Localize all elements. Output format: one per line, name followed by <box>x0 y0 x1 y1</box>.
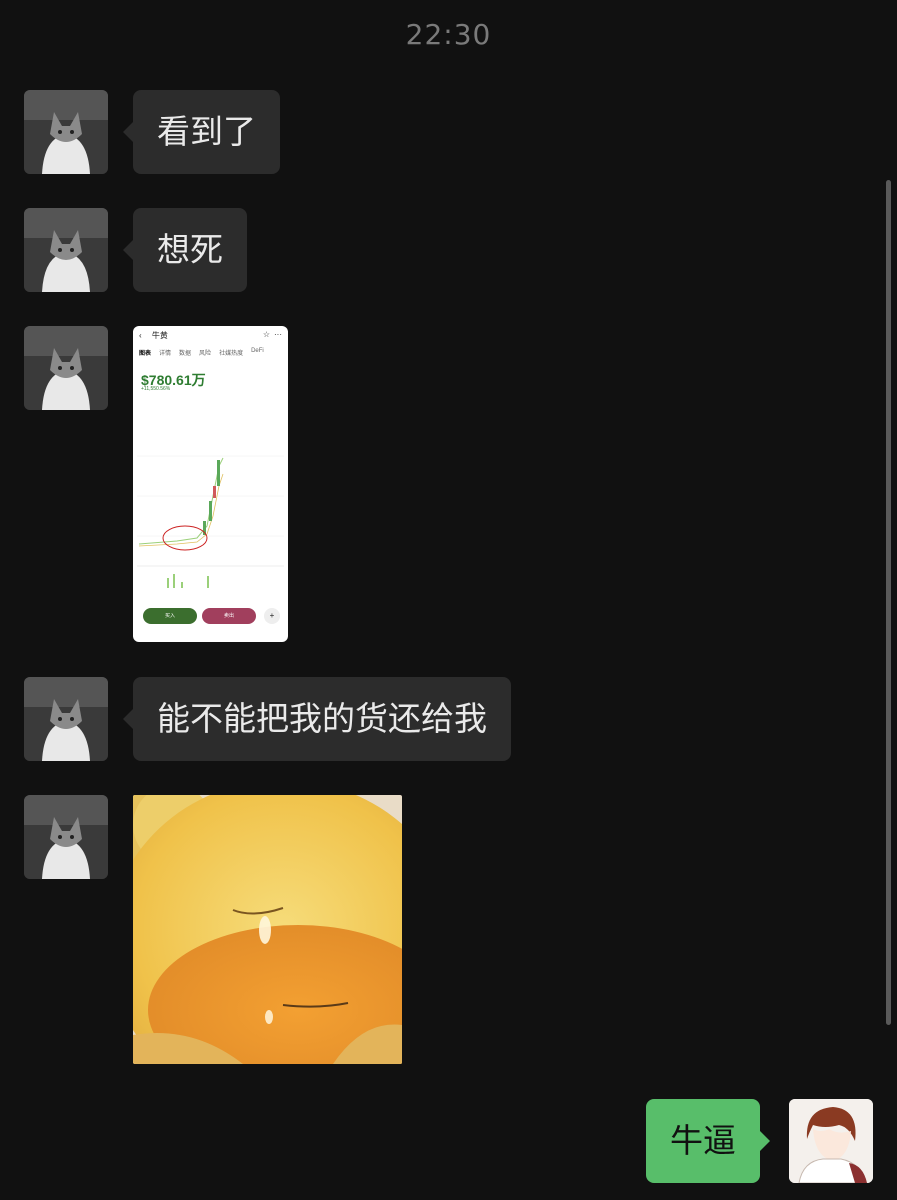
contact-avatar[interactable] <box>24 208 108 292</box>
contact-avatar[interactable] <box>24 90 108 174</box>
user-avatar[interactable] <box>789 1099 873 1183</box>
image-message-sticker[interactable] <box>133 795 402 1064</box>
screenshot-tabs: 图表 详情 数据 风险 社媒热度 DeFi <box>139 348 284 357</box>
screenshot-change: +11,550.56% <box>141 386 171 392</box>
screenshot-tab: 图表 <box>139 351 152 357</box>
star-icon: ☆ <box>262 330 270 339</box>
contact-avatar[interactable] <box>24 326 108 410</box>
sticker-image <box>133 795 402 1064</box>
buy-button: 买入 <box>143 608 197 624</box>
screenshot-title: 牛黄 <box>151 331 168 340</box>
more-icon: ··· <box>274 330 282 339</box>
message-bubble[interactable]: 看到了 <box>123 90 280 174</box>
outgoing-message-bubble[interactable]: 牛逼 <box>646 1099 770 1183</box>
timestamp: 22:30 <box>405 18 492 51</box>
scrollbar[interactable] <box>886 180 891 1025</box>
back-icon: ‹ <box>139 331 142 340</box>
contact-avatar[interactable] <box>24 795 108 879</box>
screenshot-header: ‹ 牛黄 ☆ ··· <box>139 330 282 346</box>
screenshot-tab: DeFi <box>251 348 264 354</box>
screenshot-chart <box>137 455 284 588</box>
plus-icon: + <box>264 608 280 624</box>
contact-avatar[interactable] <box>24 677 108 761</box>
screenshot-tab: 数据 <box>179 351 192 357</box>
screenshot-tab: 详情 <box>159 351 172 357</box>
screenshot-tab: 社媒热度 <box>219 351 244 357</box>
sell-button: 卖出 <box>202 608 256 624</box>
message-bubble[interactable]: 想死 <box>123 208 247 292</box>
message-bubble[interactable]: 能不能把我的货还给我 <box>123 677 511 761</box>
image-message-screenshot[interactable]: ‹ 牛黄 ☆ ··· 图表 详情 数据 风险 社媒热度 DeFi $780.61… <box>133 326 288 642</box>
screenshot-tab: 风险 <box>199 351 212 357</box>
